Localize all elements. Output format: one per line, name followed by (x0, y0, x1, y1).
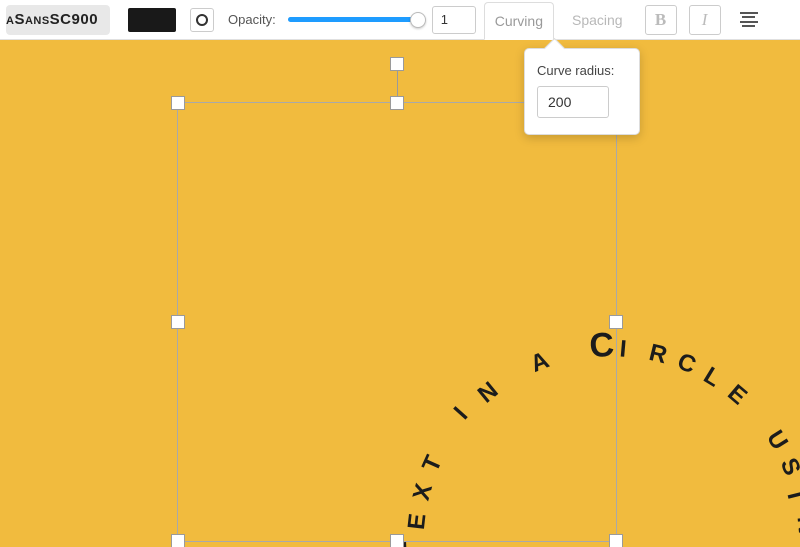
handle-top-left[interactable] (171, 96, 185, 110)
reset-opacity-button[interactable] (190, 8, 214, 32)
canvas[interactable]: Add your Text in a Circle using Mockofun (0, 40, 800, 547)
top-toolbar: aSansSC900 Opacity: Curving Spacing B I (0, 0, 800, 40)
spacing-label: Spacing (572, 12, 623, 28)
handle-bot-left[interactable] (171, 534, 185, 547)
curved-text-char: i (778, 487, 800, 503)
font-selector[interactable]: aSansSC900 (6, 5, 110, 35)
align-center-icon (740, 9, 758, 30)
circle-icon (196, 14, 208, 26)
italic-icon: I (702, 10, 708, 30)
opacity-slider[interactable] (288, 10, 418, 30)
curved-text-char: s (772, 451, 800, 481)
curved-text-char: i (618, 327, 628, 366)
curved-text-char: l (697, 354, 730, 395)
curving-popover: Curve radius: (524, 48, 640, 135)
curve-radius-input[interactable] (537, 86, 609, 118)
curving-label: Curving (495, 13, 543, 29)
handle-mid-right[interactable] (609, 315, 623, 329)
curved-text-char: r (646, 330, 672, 372)
opacity-input[interactable] (432, 6, 476, 34)
bold-icon: B (655, 10, 666, 30)
handle-top-mid[interactable] (390, 96, 404, 110)
handle-mid-left[interactable] (171, 315, 185, 329)
spacing-tab[interactable]: Spacing (562, 1, 633, 39)
slider-thumb[interactable] (410, 12, 426, 28)
curving-tab[interactable]: Curving (484, 2, 554, 40)
curved-text-char: e (720, 372, 757, 412)
bold-button[interactable]: B (645, 5, 677, 35)
curve-radius-label: Curve radius: (537, 63, 627, 78)
curved-text-char: u (758, 421, 800, 456)
handle-bot-right[interactable] (609, 534, 623, 547)
handle-bot-mid[interactable] (390, 534, 404, 547)
opacity-label: Opacity: (228, 12, 276, 27)
fill-color-swatch[interactable] (128, 8, 176, 32)
rotation-handle[interactable] (390, 57, 404, 71)
font-name: aSansSC900 (6, 11, 98, 28)
curved-text-char: c (672, 339, 703, 382)
selection-box[interactable] (177, 102, 617, 542)
curved-text-char: n (789, 514, 800, 535)
slider-fill (288, 17, 418, 22)
italic-button[interactable]: I (689, 5, 721, 35)
align-button[interactable] (735, 6, 763, 34)
